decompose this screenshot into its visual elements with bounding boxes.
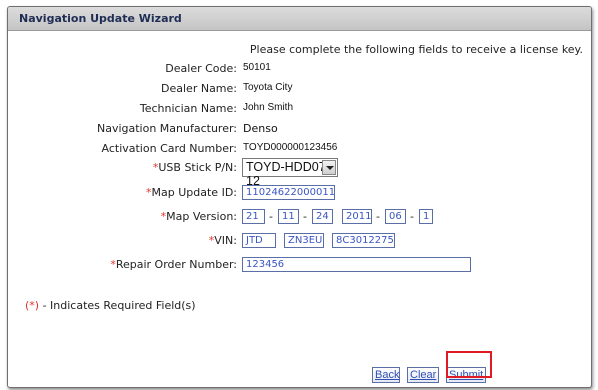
activation-card-row: Activation Card Number: TOYD000000123456 [8,139,591,159]
required-note-text: - Indicates Required Field(s) [39,299,196,312]
clear-button[interactable]: Clear [407,367,439,383]
dealer-name-row: Dealer Name: Toyota City [8,79,591,99]
vin-part-2[interactable]: ZN3EU [284,233,324,248]
submit-highlight-box [446,351,492,378]
vin-label: *VIN: [209,234,237,247]
dealer-code-label: Dealer Code: [165,62,237,75]
nav-manufacturer-label: Navigation Manufacturer: [96,122,237,135]
map-version-row: *Map Version: 21 - 11 - 24 2011 - 06 - 1 [8,207,591,227]
map-version-part-4[interactable]: 2011 [342,209,372,224]
repair-order-input[interactable]: 123456 [242,257,471,272]
nav-manufacturer-row: Navigation Manufacturer: Denso [8,119,591,139]
map-update-id-label-text: Map Update ID: [151,186,237,199]
required-note-marker: (*) [25,299,40,312]
technician-name-value: John Smith [243,102,294,113]
wizard-panel: Navigation Update Wizard Please complete… [7,6,592,388]
map-update-id-label: *Map Update ID: [146,186,237,199]
instruction-text: Please complete the following fields to … [249,43,583,56]
dealer-name-value: Toyota City [243,82,293,93]
vin-row: *VIN: JTD ZN3EU 8C3012275 [8,231,591,251]
back-button[interactable]: Back [372,367,400,383]
usb-stick-label-text: USB Stick P/N: [158,161,237,174]
map-version-part-1[interactable]: 21 [242,209,265,224]
map-version-part-2[interactable]: 11 [278,209,299,224]
usb-stick-label: *USB Stick P/N: [153,161,237,174]
usb-stick-row: *USB Stick P/N: TOYD-HDD07-12 [8,158,591,188]
dealer-code-row: Dealer Code: 50101 [8,59,591,79]
separator: - [376,210,380,223]
usb-stick-select[interactable]: TOYD-HDD07-12 [242,158,338,188]
map-update-id-input[interactable]: 1102462200001111 [242,185,335,200]
activation-card-label: Activation Card Number: [101,142,238,155]
technician-name-label: Technician Name: [139,102,237,115]
required-note: (*) - Indicates Required Field(s) [25,299,196,312]
map-version-label: *Map Version: [161,210,237,223]
separator: - [269,210,273,223]
repair-order-label: *Repair Order Number: [110,258,237,271]
map-version-part-6[interactable]: 1 [419,209,433,224]
separator: - [303,210,307,223]
map-version-part-3[interactable]: 24 [312,209,333,224]
wizard-header: Navigation Update Wizard [8,7,591,31]
dealer-code-value: 50101 [243,62,271,73]
vin-label-text: VIN: [214,234,237,247]
dealer-name-label: Dealer Name: [161,82,237,95]
map-update-id-row: *Map Update ID: 1102462200001111 [8,183,591,203]
map-version-part-5[interactable]: 06 [385,209,406,224]
map-version-label-text: Map Version: [166,210,237,223]
vin-part-3[interactable]: 8C3012275 [332,233,395,248]
repair-order-label-text: Repair Order Number: [115,258,237,271]
technician-name-row: Technician Name: John Smith [8,99,591,119]
vin-part-1[interactable]: JTD [242,233,276,248]
wizard-title: Navigation Update Wizard [19,12,182,25]
chevron-down-icon[interactable] [322,160,336,175]
activation-card-value: TOYD000000123456 [243,142,338,153]
separator: - [410,210,414,223]
repair-order-row: *Repair Order Number: 123456 [8,255,591,275]
nav-manufacturer-value: Denso [243,122,278,135]
